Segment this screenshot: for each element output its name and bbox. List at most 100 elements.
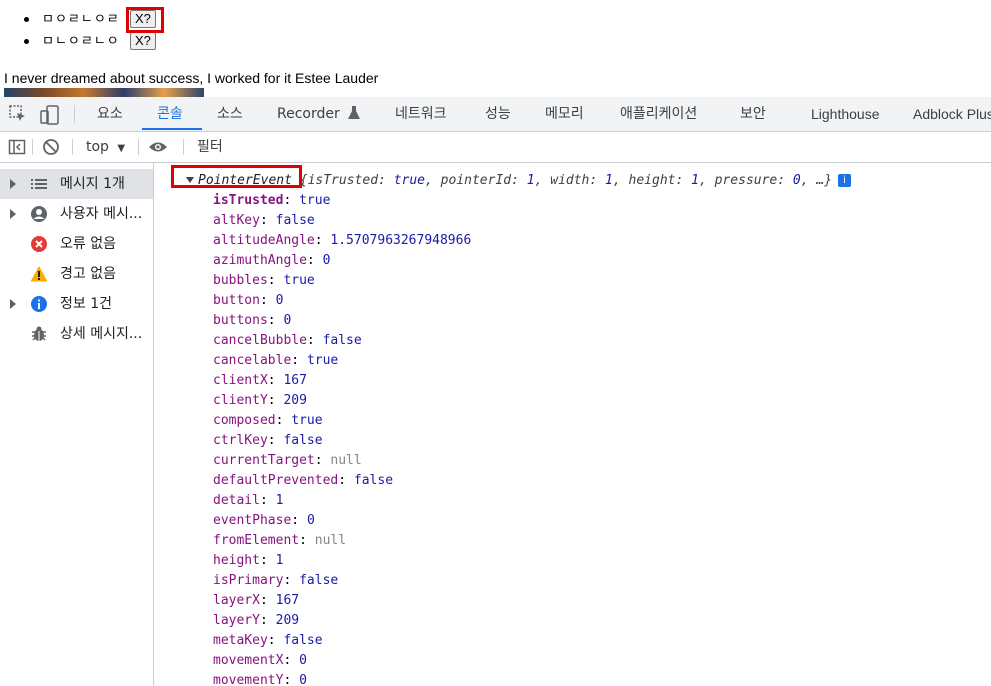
sidebar-item-errors[interactable]: 오류 없음: [0, 229, 153, 259]
property-key: bubbles: [213, 273, 268, 288]
bullet: [24, 17, 29, 22]
property-value: 0: [283, 313, 292, 328]
tab-adblock-plus[interactable]: Adblock Plus: [913, 97, 991, 131]
property-separator: :: [275, 413, 292, 428]
property-row[interactable]: defaultPrevented: false: [213, 471, 393, 491]
property-row[interactable]: altKey: false: [213, 211, 315, 231]
sidebar-item-label: 정보 1건: [60, 296, 112, 312]
property-value: 1.5707963267948966: [330, 233, 472, 248]
info-icon[interactable]: i: [838, 174, 852, 187]
property-row[interactable]: clientX: 167: [213, 371, 307, 391]
property-separator: :: [259, 553, 276, 568]
property-row[interactable]: isTrusted: true: [213, 191, 330, 211]
context-selector[interactable]: top ▼: [86, 132, 125, 162]
property-separator: :: [259, 493, 276, 508]
property-row[interactable]: cancelable: true: [213, 351, 338, 371]
list-icon: [30, 175, 48, 193]
property-row[interactable]: azimuthAngle: 0: [213, 251, 330, 271]
property-row[interactable]: currentTarget: null: [213, 451, 362, 471]
tab-memory[interactable]: 메모리: [545, 97, 584, 131]
property-row[interactable]: metaKey: false: [213, 631, 323, 651]
property-separator: :: [267, 393, 284, 408]
preview-key: pressure: [714, 173, 778, 188]
property-row[interactable]: eventPhase: 0: [213, 511, 315, 531]
property-row[interactable]: fromElement: null: [213, 531, 346, 551]
device-toolbar-icon[interactable]: [40, 105, 60, 125]
property-row[interactable]: button: 0: [213, 291, 283, 311]
property-key: button: [213, 293, 260, 308]
image: [4, 88, 204, 97]
property-row[interactable]: clientY: 209: [213, 391, 307, 411]
property-value: false: [299, 573, 339, 588]
property-row[interactable]: composed: true: [213, 411, 323, 431]
property-row[interactable]: isPrimary: false: [213, 571, 338, 591]
property-row[interactable]: movementX: 0: [213, 651, 307, 671]
tab-elements[interactable]: 요소: [97, 97, 123, 131]
property-separator: :: [259, 613, 276, 628]
property-key: metaKey: [213, 633, 268, 648]
console-toolbar: top ▼ 필터: [0, 132, 991, 163]
property-row[interactable]: ctrlKey: false: [213, 431, 323, 451]
inspect-element-icon[interactable]: [8, 105, 28, 125]
property-value: false: [283, 433, 323, 448]
property-value: true: [291, 413, 323, 428]
list-item-text: ㅁㄴㅇㄹㄴㅇ: [42, 33, 120, 48]
separator: [138, 139, 139, 155]
property-key: isPrimary: [213, 573, 284, 588]
tab-console[interactable]: 콘솔: [157, 97, 183, 131]
property-row[interactable]: altitudeAngle: 1.5707963267948966: [213, 231, 471, 251]
sidebar-item-user-messages[interactable]: 사용자 메시...: [0, 199, 153, 229]
sidebar-item-messages[interactable]: 메시지 1개: [0, 169, 153, 199]
property-row[interactable]: layerX: 167: [213, 591, 299, 611]
property-key: buttons: [213, 313, 268, 328]
property-row[interactable]: detail: 1: [213, 491, 283, 511]
property-separator: :: [283, 653, 300, 668]
tab-lighthouse[interactable]: Lighthouse: [811, 97, 880, 131]
tab-recorder[interactable]: Recorder: [277, 97, 361, 131]
tab-application[interactable]: 애플리케이션: [620, 97, 697, 131]
property-row[interactable]: layerY: 209: [213, 611, 299, 631]
sidebar-item-info[interactable]: 정보 1건: [0, 289, 153, 319]
property-row[interactable]: height: 1: [213, 551, 283, 571]
property-value: null: [314, 533, 347, 548]
property-separator: :: [306, 253, 323, 268]
tab-performance[interactable]: 성능: [485, 97, 511, 131]
tab-sources[interactable]: 소스: [217, 97, 243, 131]
delete-button[interactable]: X?: [130, 32, 156, 50]
preview-key: height: [628, 173, 676, 188]
tab-network[interactable]: 네트워크: [395, 97, 447, 131]
separator: [183, 139, 184, 155]
property-row[interactable]: movementY: 0: [213, 671, 307, 686]
sidebar-item-verbose[interactable]: 상세 메시지...: [0, 319, 153, 349]
highlight-box: [171, 165, 302, 188]
property-key: ctrlKey: [213, 433, 268, 448]
property-key: layerY: [213, 613, 260, 628]
property-row[interactable]: bubbles: true: [213, 271, 315, 291]
object-preview: {isTrusted: true, pointerId: 1, width: 1…: [299, 173, 833, 188]
preview-ellipsis: , …}: [800, 173, 833, 188]
property-separator: :: [338, 473, 354, 488]
property-separator: :: [267, 433, 284, 448]
property-separator: :: [283, 673, 300, 686]
filter-input[interactable]: 필터: [197, 132, 223, 162]
preview-value: 0: [792, 173, 801, 188]
sidebar-toggle-icon[interactable]: [8, 138, 26, 156]
preview-value: 1: [691, 173, 699, 188]
property-key: composed: [213, 413, 276, 428]
property-row[interactable]: buttons: 0: [213, 311, 291, 331]
sidebar-item-warnings[interactable]: 경고 없음: [0, 259, 153, 289]
property-row[interactable]: cancelBubble: false: [213, 331, 362, 351]
property-value: 0: [275, 293, 284, 308]
highlight-box: [126, 7, 164, 33]
eye-icon[interactable]: [148, 138, 167, 156]
property-key: fromElement: [213, 533, 300, 548]
property-separator: :: [267, 273, 284, 288]
preview-key: width: [550, 173, 590, 188]
property-key: clientX: [213, 373, 268, 388]
bug-icon: [30, 325, 48, 343]
clear-console-icon[interactable]: [42, 138, 60, 156]
active-tab-indicator: [142, 128, 202, 130]
property-value: 1: [275, 553, 284, 568]
tab-security[interactable]: 보안: [740, 97, 766, 131]
property-value: 167: [275, 593, 300, 608]
